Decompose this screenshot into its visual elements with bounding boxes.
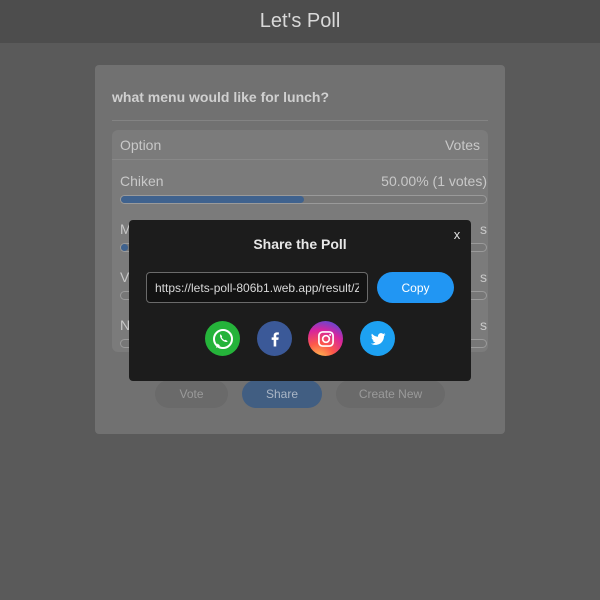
copy-button[interactable]: Copy (377, 272, 454, 303)
option-label: V (120, 269, 130, 285)
progress-track (120, 195, 487, 204)
facebook-icon[interactable] (257, 321, 292, 356)
option-votes: s (480, 317, 487, 333)
app-root: Let's Poll what menu would like for lunc… (0, 0, 600, 600)
social-share-row (129, 321, 471, 357)
option-votes: s (480, 221, 487, 237)
table-header: Option Votes (112, 130, 488, 160)
modal-title: Share the Poll (253, 236, 347, 252)
app-header: Let's Poll (0, 0, 600, 43)
progress-fill (121, 244, 129, 251)
app-title: Let's Poll (259, 10, 341, 32)
option-label: Chiken (120, 173, 164, 189)
create-new-button[interactable]: Create New (336, 380, 445, 408)
share-link-input[interactable] (146, 272, 368, 303)
option-row[interactable]: Chiken 50.00% (1 votes) (120, 173, 487, 213)
vote-button[interactable]: Vote (155, 380, 228, 408)
twitter-icon[interactable] (360, 321, 395, 356)
column-votes: Votes (444, 136, 480, 153)
share-button[interactable]: Share (242, 380, 322, 408)
option-votes: s (480, 269, 487, 285)
divider (112, 120, 488, 121)
whatsapp-icon[interactable] (205, 321, 240, 356)
share-modal: x Share the Poll Copy (129, 220, 471, 381)
instagram-icon[interactable] (308, 321, 343, 356)
column-option: Option (120, 136, 162, 153)
progress-fill (121, 196, 304, 203)
poll-question: what menu would like for lunch? (112, 89, 330, 105)
option-votes: 50.00% (1 votes) (381, 173, 487, 189)
poll-actions: Vote Share Create New (95, 380, 505, 408)
